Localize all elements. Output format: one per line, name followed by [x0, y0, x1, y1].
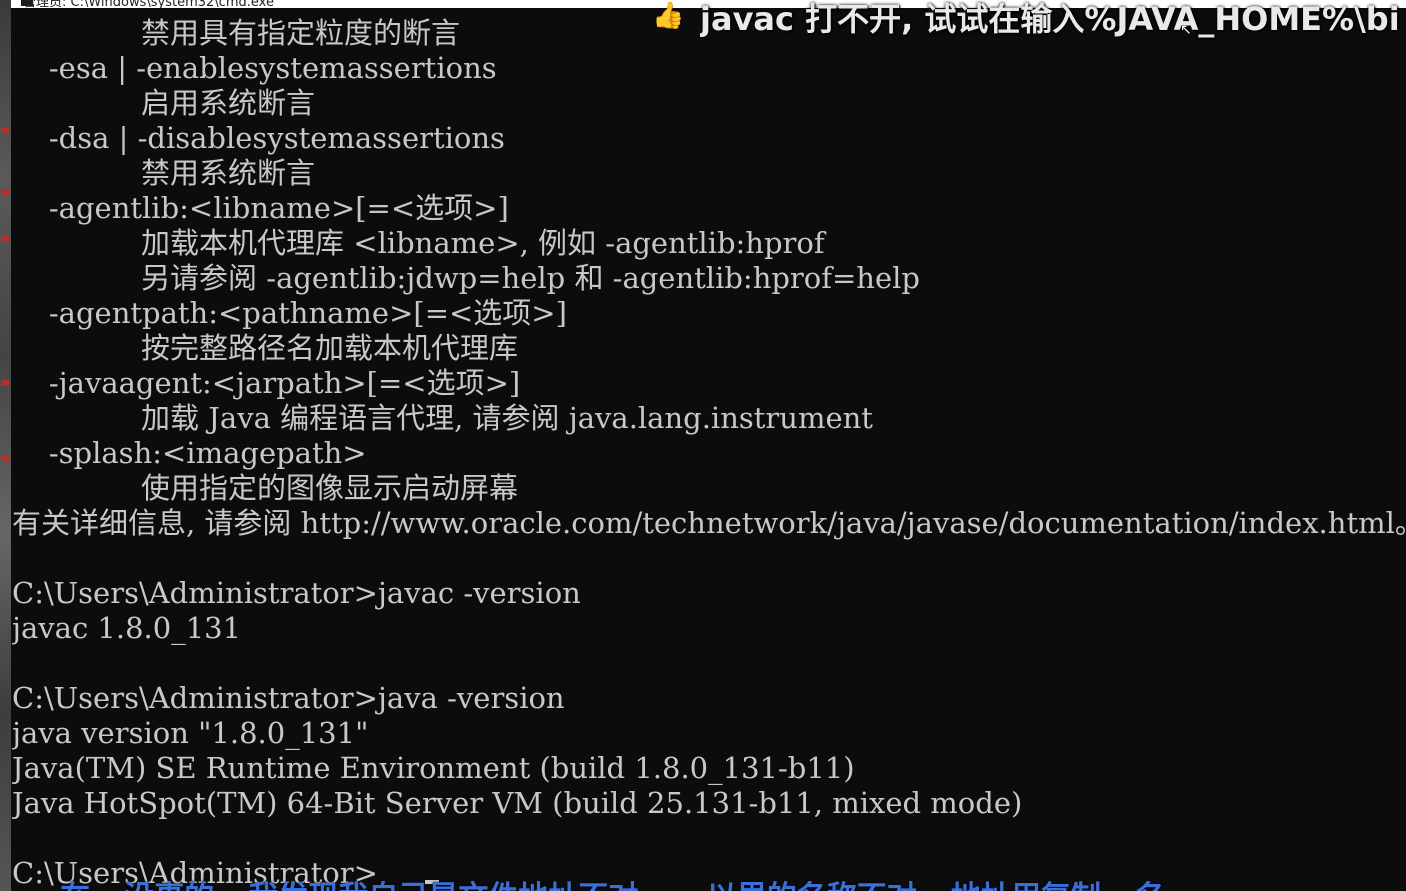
desktop-icon-fragment [1, 380, 9, 386]
console-line: 禁用具有指定粒度的断言 [12, 16, 461, 50]
desktop-icon-fragment [1, 236, 9, 242]
console-line: 加载本机代理库 <libname>, 例如 -agentlib:hprof [12, 226, 825, 260]
console-line: -splash:<imagepath> [12, 436, 367, 470]
console-line: C:\Users\Administrator>java -version [12, 681, 565, 715]
caption-bottom: 在...没事的...我发现我自己是文件地址不对......以里的名称不对...地… [60, 872, 1165, 891]
console-line: -esa | -enablesystemassertions [12, 51, 497, 85]
console-line: C:\Users\Administrator>javac -version [12, 576, 581, 610]
console-line: Java HotSpot(TM) 64-Bit Server VM (build… [12, 786, 1023, 820]
console-line: -dsa | -disablesystemassertions [12, 121, 505, 155]
thumbs-up-icon: 👍 [652, 1, 685, 30]
mouse-cursor-icon: ↖ [1180, 22, 1192, 38]
console-line: 另请参阅 -agentlib:jdwp=help 和 -agentlib:hpr… [12, 261, 920, 295]
console-line: 启用系统断言 [12, 86, 316, 120]
console-line: 禁用系统断言 [12, 156, 316, 190]
console-line: -agentpath:<pathname>[=<选项>] [12, 296, 567, 330]
console-line: 加载 Java 编程语言代理, 请参阅 java.lang.instrument [12, 401, 873, 435]
caption-top: javac 打不开, 试试在输入%JAVA_HOME%\bi [700, 0, 1400, 38]
console-line: 有关详细信息, 请参阅 http://www.oracle.com/techne… [12, 506, 1406, 540]
console-line: java version "1.8.0_131" [12, 716, 369, 750]
desktop-icon-fragment [1, 128, 9, 134]
console-line: 按完整路径名加载本机代理库 [12, 331, 519, 365]
console-line: javac 1.8.0_131 [12, 611, 242, 645]
console-line: 使用指定的图像显示启动屏幕 [12, 471, 519, 505]
screen: 管理员: C:\Windows\system32\cmd.exe 禁用具有指定粒… [0, 0, 1406, 891]
desktop-icon-fragment [1, 455, 9, 461]
console-line: -agentlib:<libname>[=<选项>] [12, 191, 509, 225]
console-line: -javaagent:<jarpath>[=<选项>] [12, 366, 521, 400]
console-line: Java(TM) SE Runtime Environment (build 1… [12, 751, 855, 785]
desktop-icon-fragment [1, 190, 9, 196]
desktop-background-strip [0, 0, 11, 891]
console-output[interactable]: 禁用具有指定粒度的断言 -esa | -enablesystemassertio… [12, 0, 1406, 891]
